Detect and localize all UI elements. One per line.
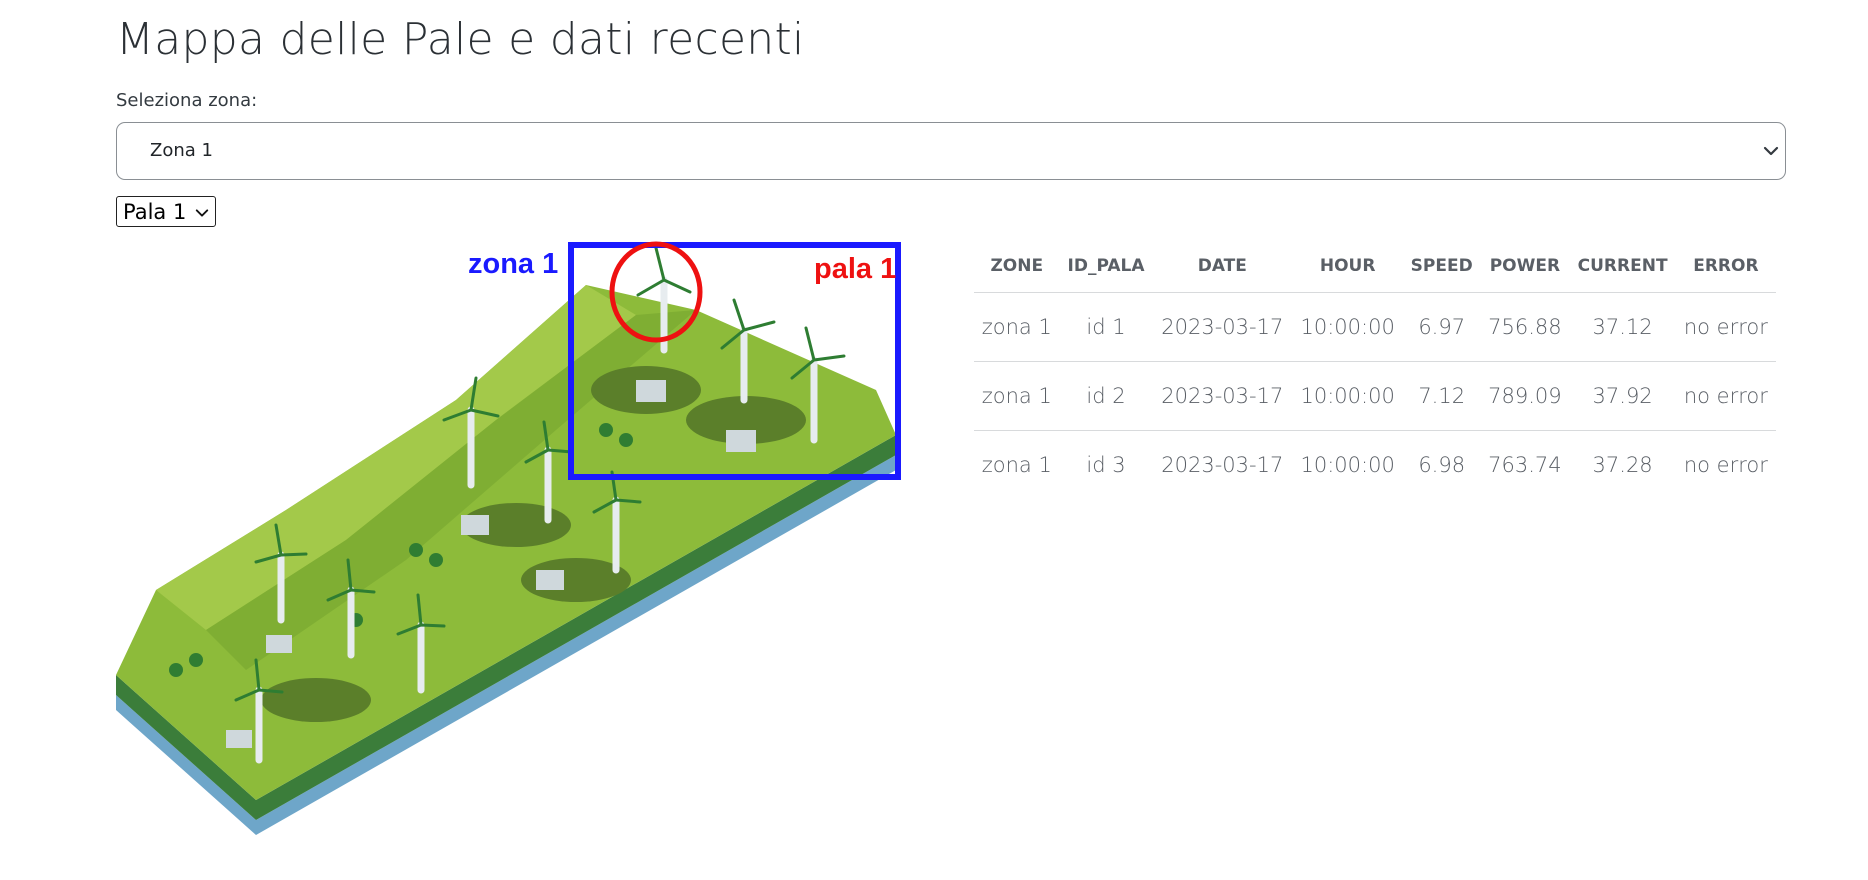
column-header-id-pala: ID_PALA (1059, 240, 1153, 293)
cell-power: 763.74 (1488, 453, 1562, 477)
pala-select-value: Pala 1 (123, 200, 187, 224)
cell-speed: 6.97 (1403, 292, 1481, 362)
chevron-down-icon (195, 209, 209, 217)
pala-select[interactable]: Pala 1 (116, 196, 216, 227)
cell-hour: 10:00:00 (1292, 292, 1404, 362)
cell-hour: 10:00:00 (1300, 453, 1395, 477)
turbine-data-table: ZONE ID_PALA DATE HOUR SPEED POWER CURRE… (974, 240, 1776, 499)
cell-hour: 10:00:00 (1292, 361, 1404, 431)
pala-map-label: pala 1 (814, 253, 897, 285)
cell-speed: 7.12 (1403, 361, 1481, 431)
cell-error: no error (1675, 361, 1776, 431)
column-header-zone: ZONE (974, 240, 1060, 293)
cell-id-pala: id 1 (1059, 292, 1153, 362)
column-header-speed: SPEED (1403, 240, 1481, 293)
zone-select[interactable]: Zona 1 (116, 122, 1786, 180)
cell-date: 2023-03-17 (1152, 361, 1293, 431)
zone-select-label: Seleziona zona: (116, 90, 258, 111)
cell-speed: 6.98 (1418, 453, 1466, 477)
wind-farm-illustration (116, 241, 901, 835)
zone-map-label: zona 1 (468, 248, 559, 280)
column-header-error: ERROR (1675, 240, 1776, 293)
cell-error: no error (1675, 292, 1776, 362)
column-header-date: DATE (1152, 240, 1293, 293)
cell-id-pala: id 2 (1059, 361, 1153, 431)
column-header-current: CURRENT (1569, 240, 1676, 293)
cell-current: 37.28 (1592, 453, 1653, 477)
table-row: zona 1 id 1 2023-03-17 10:00:00 6.97 756… (974, 292, 1776, 362)
table-row: zona 1 id 3 2023-03-17 10:00:00 6.98 763… (974, 431, 1776, 500)
table-header-row: ZONE ID_PALA DATE HOUR SPEED POWER CURRE… (974, 240, 1776, 293)
cell-power: 789.09 (1480, 361, 1570, 431)
cell-current: 37.92 (1569, 361, 1676, 431)
table-row: zona 1 id 2 2023-03-17 10:00:00 7.12 789… (974, 361, 1776, 431)
cell-date: 2023-03-17 (1152, 292, 1293, 362)
cell-zone: zona 1 (974, 361, 1060, 431)
cell-error: no error (1683, 453, 1768, 477)
cell-current: 37.12 (1569, 292, 1676, 362)
page-title: Mappa delle Pale e dati recenti (116, 14, 805, 65)
cell-zone: zona 1 (974, 292, 1060, 362)
cell-date: 2023-03-17 (1161, 453, 1284, 477)
chevron-down-icon (1763, 146, 1779, 156)
column-header-hour: HOUR (1292, 240, 1404, 293)
wind-farm-map: zona 1 pala 1 (116, 240, 916, 850)
cell-power: 756.88 (1480, 292, 1570, 362)
zone-select-value: Zona 1 (150, 140, 213, 161)
cell-id-pala: id 3 (1086, 453, 1126, 477)
column-header-power: POWER (1480, 240, 1570, 293)
cell-zone: zona 1 (981, 453, 1052, 477)
